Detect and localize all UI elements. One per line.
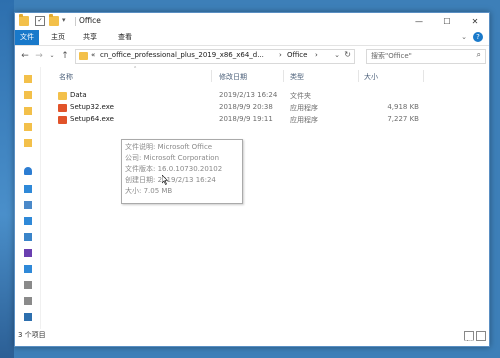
tab-share[interactable]: 共享 <box>83 30 97 45</box>
properties-icon[interactable]: ✓ <box>35 16 45 26</box>
breadcrumb-current[interactable]: Office <box>287 51 307 59</box>
nav-desktop-icon[interactable] <box>24 265 32 273</box>
address-folder-icon <box>79 52 88 60</box>
office-app-icon <box>58 116 67 124</box>
column-header-size[interactable]: 大小 <box>364 72 378 82</box>
navigation-pane <box>15 67 40 329</box>
file-size: 4,918 KB <box>387 103 419 111</box>
breadcrumb-sep-2[interactable]: › <box>315 51 318 59</box>
minimize-button[interactable]: — <box>405 13 433 30</box>
address-bar[interactable]: « cn_office_professional_plus_2019_x86_x… <box>75 49 355 64</box>
refresh-icon[interactable]: ↻ <box>344 50 351 59</box>
large-icons-view-icon[interactable] <box>476 331 486 341</box>
tooltip-created: 创建日期: 2019/2/13 16:24 <box>125 176 216 184</box>
this-pc-icon[interactable] <box>24 185 32 193</box>
window-title: Office <box>79 16 101 25</box>
forward-icon[interactable]: → <box>33 50 45 62</box>
nav-folder-icon[interactable] <box>24 123 32 131</box>
onedrive-icon[interactable] <box>24 167 32 175</box>
file-date: 2018/9/9 20:38 <box>219 103 273 111</box>
file-size: 7,227 KB <box>387 115 419 123</box>
nav-folder-icon[interactable] <box>24 139 32 147</box>
table-row[interactable]: Setup32.exe 2018/9/9 20:38 应用程序 4,918 KB <box>55 102 485 114</box>
nav-music-icon[interactable] <box>24 249 32 257</box>
file-date: 2019/2/13 16:24 <box>219 91 278 99</box>
search-icon[interactable]: ⌕ <box>477 50 481 60</box>
window-folder-icon <box>19 14 29 26</box>
nav-pictures-icon[interactable] <box>24 233 32 241</box>
column-divider[interactable] <box>423 70 424 82</box>
nav-folder-icon[interactable] <box>24 107 32 115</box>
tab-home[interactable]: 主页 <box>51 30 65 45</box>
file-type: 应用程序 <box>290 116 318 124</box>
sort-indicator-icon: ⌃ <box>133 66 138 72</box>
file-explorer-window: ✓ ▾ Office — ☐ ✕ 文件 主页 共享 查看 ⌄ ? ← → ⌄ ↑… <box>14 12 490 347</box>
breadcrumb-sep-1[interactable]: › <box>279 51 282 59</box>
column-header-name[interactable]: 名称 <box>59 72 73 82</box>
file-name: Setup64.exe <box>70 115 114 123</box>
new-folder-icon[interactable] <box>49 14 59 26</box>
tooltip-company: 公司: Microsoft Corporation <box>125 154 220 162</box>
nav-drive-icon[interactable] <box>24 281 32 289</box>
office-app-icon <box>58 104 67 112</box>
nav-drive-icon[interactable] <box>24 297 32 305</box>
tooltip-description: 文件说明: Microsoft Office <box>125 143 213 151</box>
title-divider <box>75 17 76 26</box>
tooltip-size: 大小: 7.05 MB <box>125 187 173 195</box>
help-icon[interactable]: ? <box>473 32 483 42</box>
nav-downloads-icon[interactable] <box>24 217 32 225</box>
file-name: Setup32.exe <box>70 103 114 111</box>
file-name: Data <box>70 91 87 99</box>
ribbon-tabs: 文件 主页 共享 查看 ⌄ ? <box>15 30 489 46</box>
quick-access-dropdown-icon[interactable]: ▾ <box>62 16 72 26</box>
up-icon[interactable]: ↑ <box>59 50 71 62</box>
tooltip-version: 文件版本: 16.0.10730.20102 <box>125 165 223 173</box>
nav-network-icon[interactable] <box>24 313 32 321</box>
breadcrumb-parent[interactable]: cn_office_professional_plus_2019_x86_x64… <box>100 51 264 59</box>
desktop-background <box>0 0 14 358</box>
close-button[interactable]: ✕ <box>461 13 489 30</box>
title-bar: ✓ ▾ Office — ☐ ✕ <box>15 13 489 30</box>
folder-icon <box>58 92 67 100</box>
watermark-brand: Baidu经验 <box>382 315 461 333</box>
file-tooltip: 文件说明: Microsoft Office 公司: Microsoft Cor… <box>121 139 243 204</box>
breadcrumb-overflow[interactable]: « <box>91 51 95 59</box>
maximize-button[interactable]: ☐ <box>433 13 461 30</box>
pane-divider <box>40 67 41 329</box>
search-input[interactable]: 搜索"Office" <box>371 51 412 61</box>
ribbon-expand-icon[interactable]: ⌄ <box>461 33 467 41</box>
column-divider[interactable] <box>358 70 359 82</box>
file-type: 应用程序 <box>290 104 318 112</box>
table-row[interactable]: Data 2019/2/13 16:24 文件夹 <box>55 90 485 102</box>
mouse-cursor-icon <box>162 175 168 185</box>
column-header-type[interactable]: 类型 <box>290 72 304 82</box>
tab-view[interactable]: 查看 <box>118 30 132 45</box>
address-dropdown-icon[interactable]: ⌄ <box>334 51 340 59</box>
file-date: 2018/9/9 19:11 <box>219 115 273 123</box>
nav-library-icon[interactable] <box>24 201 32 209</box>
nav-folder-icon[interactable] <box>24 75 32 83</box>
table-row[interactable]: Setup64.exe 2018/9/9 19:11 应用程序 7,227 KB <box>55 114 485 126</box>
address-row: ← → ⌄ ↑ « cn_office_professional_plus_20… <box>15 46 489 66</box>
back-icon[interactable]: ← <box>19 50 31 62</box>
file-type: 文件夹 <box>290 92 311 100</box>
recent-dropdown-icon[interactable]: ⌄ <box>46 50 58 62</box>
search-box[interactable]: 搜索"Office" ⌕ <box>366 49 486 64</box>
column-divider[interactable] <box>211 70 212 82</box>
tab-file[interactable]: 文件 <box>15 30 39 45</box>
column-header-date[interactable]: 修改日期 <box>219 72 247 82</box>
watermark-url: jingyan.baidu.com <box>410 338 475 346</box>
status-item-count: 3 个项目 <box>18 331 46 339</box>
column-divider[interactable] <box>283 70 284 82</box>
nav-folder-icon[interactable] <box>24 91 32 99</box>
